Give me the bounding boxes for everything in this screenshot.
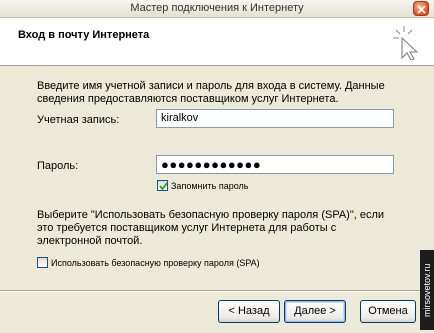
button-separator	[0, 290, 420, 292]
password-label: Пароль:	[37, 160, 79, 172]
cancel-button[interactable]: Отмена	[360, 300, 416, 323]
remember-password-label: Запомнить пароль	[171, 181, 249, 191]
watermark: mirsovetov.ru	[420, 250, 434, 330]
window-title: Мастер подключения к Интернету	[130, 2, 304, 14]
intro-text: Введите имя учетной записи и пароль для …	[37, 80, 385, 105]
spa-checkbox-label: Использовать безопасную проверку пароля …	[51, 258, 260, 268]
account-input[interactable]: kiralkov	[156, 109, 394, 128]
spa-description: Выберите "Использовать безопасную провер…	[37, 209, 385, 247]
wizard-header: Вход в почту Интернета	[0, 18, 434, 66]
page-title: Вход в почту Интернета	[18, 29, 150, 41]
account-label: Учетная запись:	[37, 114, 120, 126]
title-bar: Мастер подключения к Интернету	[0, 0, 434, 18]
back-button[interactable]: < Назад	[218, 300, 280, 323]
wizard-cursor-icon	[393, 26, 419, 60]
close-button[interactable]	[413, 1, 429, 16]
checkmark-icon	[159, 182, 168, 191]
spa-checkbox[interactable]	[37, 257, 48, 268]
next-button[interactable]: Далее >	[284, 300, 346, 323]
password-input[interactable]: ●●●●●●●●●●●●	[156, 155, 394, 174]
remember-password-checkbox[interactable]	[157, 180, 168, 191]
close-icon	[417, 5, 426, 14]
